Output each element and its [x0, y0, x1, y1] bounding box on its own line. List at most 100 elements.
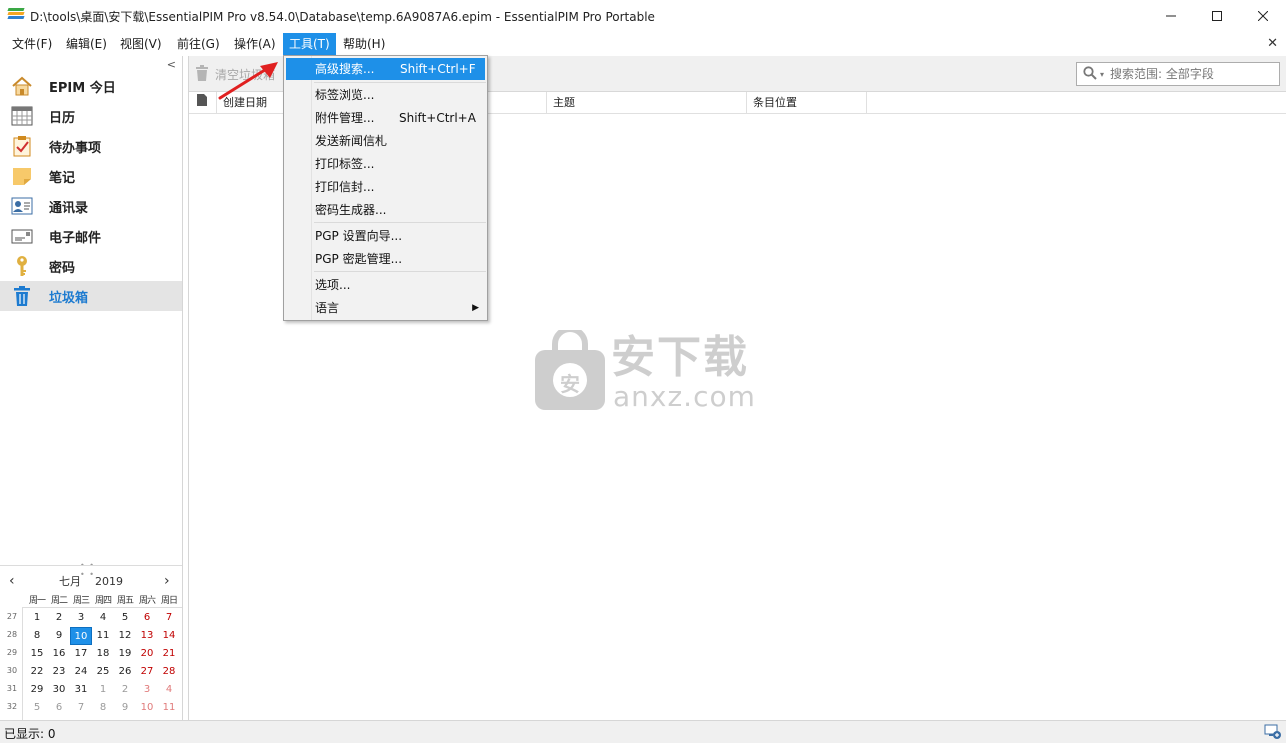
- close-window-button[interactable]: [1240, 0, 1286, 32]
- sidebar: < EPIM 今日 日历 待办事项 笔记 通讯录 电子邮件 密码 垃圾箱 • •…: [0, 56, 183, 737]
- menu-tools[interactable]: 工具(T): [283, 33, 336, 55]
- calendar-day[interactable]: 25: [92, 663, 114, 681]
- menu-item-attachment-manager[interactable]: 附件管理... Shift+Ctrl+A: [286, 107, 485, 129]
- calendar-day[interactable]: 1: [92, 681, 114, 699]
- calendar-day[interactable]: 30: [48, 681, 70, 699]
- calendar-day[interactable]: 15: [26, 645, 48, 663]
- calendar-day[interactable]: 27: [136, 663, 158, 681]
- minimize-button[interactable]: [1148, 0, 1194, 32]
- calendar-day[interactable]: 1: [26, 609, 48, 627]
- menu-help[interactable]: 帮助(H): [337, 33, 391, 55]
- sidebar-item-today[interactable]: EPIM 今日: [0, 71, 182, 101]
- close-document-icon[interactable]: ✕: [1267, 36, 1278, 51]
- calendar-day[interactable]: 26: [114, 663, 136, 681]
- email-icon: [11, 225, 33, 247]
- calendar-day[interactable]: 9: [114, 699, 136, 717]
- calendar-day[interactable]: 14: [158, 627, 180, 645]
- calendar-day[interactable]: 18: [92, 645, 114, 663]
- collapse-sidebar-icon[interactable]: <: [167, 58, 176, 71]
- calendar-day[interactable]: 21: [158, 645, 180, 663]
- sidebar-item-label: 笔记: [49, 170, 76, 186]
- search-scope-dropdown-icon[interactable]: ▾: [1100, 70, 1104, 79]
- calendar-day[interactable]: 11: [92, 627, 114, 645]
- search-input[interactable]: [1108, 66, 1269, 82]
- calendar-day[interactable]: 4: [158, 681, 180, 699]
- sidebar-item-calendar[interactable]: 日历: [0, 101, 182, 131]
- sidebar-item-notes[interactable]: 笔记: [0, 161, 182, 191]
- sidebar-item-passwords[interactable]: 密码: [0, 251, 182, 281]
- menu-item-send-newsletter[interactable]: 发送新闻信札: [286, 130, 485, 152]
- sidebar-item-email[interactable]: 电子邮件: [0, 221, 182, 251]
- calendar-day[interactable]: 3: [136, 681, 158, 699]
- menu-item-print-labels[interactable]: 打印标签...: [286, 153, 485, 175]
- calendar-day[interactable]: 8: [92, 699, 114, 717]
- calendar-day[interactable]: 19: [114, 645, 136, 663]
- menu-item-password-generator[interactable]: 密码生成器...: [286, 199, 485, 221]
- calendar-day[interactable]: 20: [136, 645, 158, 663]
- search-box[interactable]: ▾: [1076, 62, 1280, 86]
- menu-item-language[interactable]: 语言 ▶: [286, 297, 485, 319]
- menu-item-pgp-wizard[interactable]: PGP 设置向导...: [286, 225, 485, 247]
- splitter-line: [0, 565, 182, 566]
- calendar-day[interactable]: 2: [114, 681, 136, 699]
- attachment-column-header[interactable]: [189, 92, 217, 114]
- calendar-day[interactable]: 22: [26, 663, 48, 681]
- week-number: 29: [6, 648, 18, 657]
- calendar-day[interactable]: 4: [92, 609, 114, 627]
- calendar-day[interactable]: 10: [136, 699, 158, 717]
- calendar-day[interactable]: 8: [26, 627, 48, 645]
- calendar-day[interactable]: 7: [70, 699, 92, 717]
- menu-item-advanced-search[interactable]: 高级搜索... Shift+Ctrl+F: [286, 58, 485, 80]
- column-item-location[interactable]: 条目位置: [747, 92, 867, 114]
- calendar-day[interactable]: 10: [70, 627, 92, 645]
- menu-view[interactable]: 视图(V): [114, 33, 168, 55]
- sidebar-item-label: 垃圾箱: [49, 290, 89, 306]
- menu-item-label: 选项...: [315, 278, 351, 292]
- menu-edit[interactable]: 编辑(E): [60, 33, 113, 55]
- maximize-button[interactable]: [1194, 0, 1240, 32]
- calendar-day[interactable]: 28: [158, 663, 180, 681]
- calendar-day[interactable]: 11: [158, 699, 180, 717]
- week-number: 28: [6, 630, 18, 639]
- menu-go[interactable]: 前往(G): [171, 33, 226, 55]
- calendar-day[interactable]: 6: [136, 609, 158, 627]
- calendar-day[interactable]: 6: [48, 699, 70, 717]
- calendar-day[interactable]: 2: [48, 609, 70, 627]
- annotation-arrow-icon: [218, 62, 278, 100]
- calendar-day[interactable]: 24: [70, 663, 92, 681]
- menu-bar: 文件(F) 编辑(E) 视图(V) 前往(G) 操作(A) 工具(T) 帮助(H…: [0, 33, 1286, 55]
- todo-icon: [11, 135, 33, 157]
- network-status-icon[interactable]: [1264, 724, 1282, 740]
- menu-actions[interactable]: 操作(A): [228, 33, 282, 55]
- sidebar-item-label: 通讯录: [49, 200, 89, 216]
- calendar-day[interactable]: 5: [114, 609, 136, 627]
- menu-item-options[interactable]: 选项...: [286, 274, 485, 296]
- calendar-week-row: 29 15 16 17 18 19 20 21: [0, 645, 182, 663]
- calendar-day[interactable]: 5: [26, 699, 48, 717]
- menu-separator: [314, 271, 486, 272]
- sidebar-item-contacts[interactable]: 通讯录: [0, 191, 182, 221]
- calendar-day[interactable]: 23: [48, 663, 70, 681]
- menu-item-tag-browser[interactable]: 标签浏览...: [286, 84, 485, 106]
- calendar-day[interactable]: 7: [158, 609, 180, 627]
- weekday-label: 周六: [138, 596, 156, 606]
- menu-item-print-envelopes[interactable]: 打印信封...: [286, 176, 485, 198]
- calendar-day[interactable]: 31: [70, 681, 92, 699]
- menu-item-label: 发送新闻信札: [315, 134, 388, 148]
- calendar-day[interactable]: 3: [70, 609, 92, 627]
- maximize-icon: [1212, 11, 1222, 21]
- calendar-day[interactable]: 9: [48, 627, 70, 645]
- calendar-next-month-icon[interactable]: ›: [164, 573, 170, 589]
- column-subject[interactable]: 主题: [547, 92, 747, 114]
- sidebar-item-todo[interactable]: 待办事项: [0, 131, 182, 161]
- calendar-day[interactable]: 13: [136, 627, 158, 645]
- calendar-month: 七月: [59, 575, 81, 588]
- calendar-day[interactable]: 12: [114, 627, 136, 645]
- weekday-label: 周三: [72, 596, 90, 606]
- menu-file[interactable]: 文件(F): [6, 33, 58, 55]
- calendar-day[interactable]: 17: [70, 645, 92, 663]
- menu-item-pgp-key-manager[interactable]: PGP 密匙管理...: [286, 248, 485, 270]
- sidebar-item-trash[interactable]: 垃圾箱: [0, 281, 182, 311]
- calendar-day[interactable]: 16: [48, 645, 70, 663]
- calendar-day[interactable]: 29: [26, 681, 48, 699]
